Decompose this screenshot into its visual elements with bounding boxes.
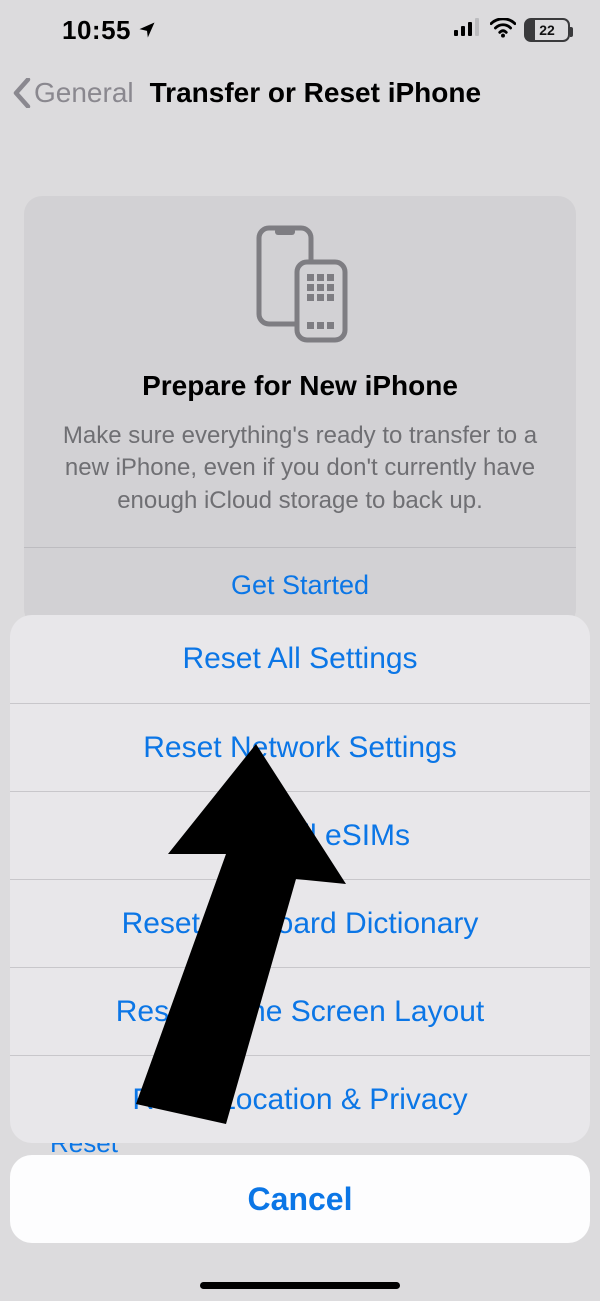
chevron-left-icon [12, 78, 32, 108]
card-title: Prepare for New iPhone [54, 370, 546, 402]
location-icon [137, 20, 157, 40]
status-time: 10:55 [62, 15, 131, 46]
delete-all-esims-button[interactable]: Delete All eSIMs [10, 791, 590, 879]
reset-action-sheet: Reset All Settings Reset Network Setting… [10, 615, 590, 1243]
status-bar: 10:55 22 [0, 0, 600, 60]
reset-network-settings-button[interactable]: Reset Network Settings [10, 703, 590, 791]
back-label: General [34, 77, 134, 109]
action-sheet-group: Reset All Settings Reset Network Setting… [10, 615, 590, 1143]
prepare-card: Prepare for New iPhone Make sure everyth… [24, 196, 576, 627]
reset-location-privacy-button[interactable]: Reset Location & Privacy [10, 1055, 590, 1143]
battery-level: 22 [526, 22, 568, 38]
battery-icon: 22 [524, 18, 570, 42]
reset-keyboard-dictionary-button[interactable]: Reset Keyboard Dictionary [10, 879, 590, 967]
transfer-devices-icon [54, 224, 546, 344]
nav-bar: General Transfer or Reset iPhone [0, 60, 600, 126]
wifi-icon [490, 18, 516, 43]
back-button[interactable]: General [12, 77, 134, 109]
card-description: Make sure everything's ready to transfer… [54, 420, 546, 547]
page-title: Transfer or Reset iPhone [150, 77, 481, 109]
status-right: 22 [454, 18, 570, 43]
cancel-button[interactable]: Cancel [10, 1155, 590, 1243]
home-indicator[interactable] [200, 1282, 400, 1289]
cellular-icon [454, 18, 482, 43]
status-left: 10:55 [62, 15, 157, 46]
reset-all-settings-button[interactable]: Reset All Settings [10, 615, 590, 703]
reset-home-screen-layout-button[interactable]: Reset Home Screen Layout [10, 967, 590, 1055]
